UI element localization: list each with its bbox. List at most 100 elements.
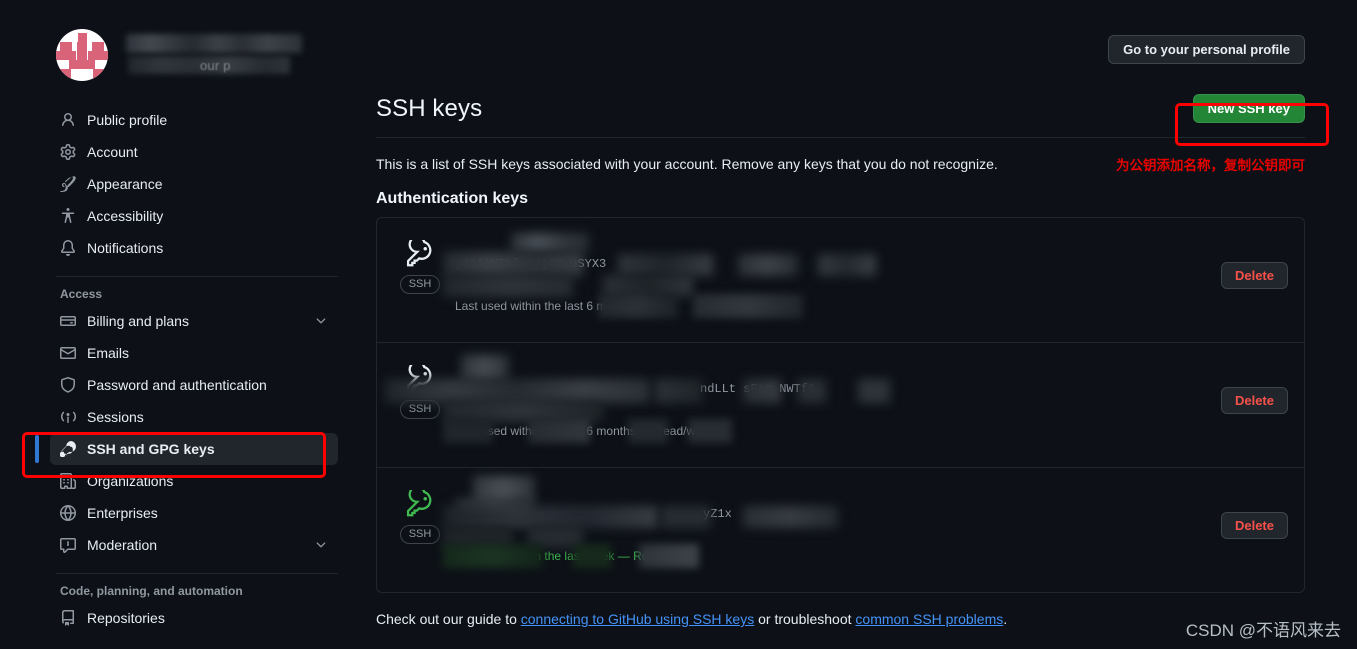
chevron-down-icon[interactable] <box>314 538 328 552</box>
chevron-down-icon[interactable] <box>314 314 328 328</box>
sidebar-item-label: Moderation <box>87 537 158 553</box>
sidebar-item-ssh-and-gpg-keys[interactable]: SSH and GPG keys <box>35 433 338 465</box>
key-added-date-redacted <box>455 403 1288 421</box>
settings-sidebar: our p Public profile Account Appearance … <box>0 0 376 649</box>
key-icon <box>406 240 434 268</box>
sidebar-item-label: Repositories <box>87 610 165 626</box>
key-added-date-redacted <box>455 528 1288 546</box>
key-icon <box>60 441 76 457</box>
sidebar-item-appearance[interactable]: Appearance <box>50 168 338 200</box>
credit-card-icon <box>60 313 76 329</box>
go-to-personal-profile-button[interactable]: Go to your personal profile <box>1108 34 1305 64</box>
sidebar-nav-access: Billing and plans Emails Password and au… <box>35 305 338 561</box>
key-icon-column: SSH <box>397 234 443 294</box>
settings-page: our p Public profile Account Appearance … <box>0 0 1357 649</box>
paintbrush-icon <box>60 176 76 192</box>
globe-icon <box>60 505 76 521</box>
sidebar-section-code-planning: Code, planning, and automation <box>60 584 243 598</box>
report-icon <box>60 537 76 553</box>
table-row: SSH yZ1x Last used within the last week … <box>377 467 1304 592</box>
table-row: SSH y232)MTbl <jjCE uSYX3 Last used with… <box>377 218 1304 342</box>
sidebar-item-emails[interactable]: Emails <box>50 337 338 369</box>
sidebar-item-label: Notifications <box>87 240 164 256</box>
sidebar-item-label: Emails <box>87 345 130 361</box>
sidebar-nav-primary: Public profile Account Appearance Access… <box>56 104 338 264</box>
key-fingerprint: yZ1x <box>703 507 732 521</box>
ssh-badge: SSH <box>399 275 441 294</box>
key-details: yZ1x Last used within the last week — Re… <box>443 476 1288 576</box>
ssh-guide-footnote: Check out our guide to connecting to Git… <box>376 611 1305 627</box>
table-row: SSH ndLLt sF+r NWTf1 Last used within th… <box>377 342 1304 467</box>
sidebar-item-notifications[interactable]: Notifications <box>50 232 338 264</box>
key-added-date-redacted <box>455 278 1288 296</box>
page-title: SSH keys <box>376 94 483 122</box>
sidebar-item-label: Appearance <box>87 176 163 192</box>
sidebar-item-public-profile[interactable]: Public profile <box>50 104 338 136</box>
sidebar-item-label: Billing and plans <box>87 313 189 329</box>
bell-icon <box>60 240 76 256</box>
delete-button[interactable]: Delete <box>1220 512 1288 539</box>
common-ssh-problems-link[interactable]: common SSH problems <box>855 611 1003 627</box>
key-last-used: Last used within the last 6 months — Rea… <box>455 424 712 438</box>
sidebar-item-account[interactable]: Account <box>50 136 338 168</box>
sidebar-item-label: Sessions <box>87 409 144 425</box>
annotation-text-chinese: 为公钥添加名称，复制公钥即可 <box>1116 158 1305 173</box>
description-row: This is a list of SSH keys associated wi… <box>376 154 1305 174</box>
key-title-redacted <box>455 484 1288 504</box>
sidebar-item-label: Organizations <box>87 473 174 489</box>
key-title-redacted <box>455 234 1288 254</box>
shield-icon <box>60 377 76 393</box>
delete-button[interactable]: Delete <box>1220 262 1288 289</box>
new-ssh-key-button[interactable]: New SSH key <box>1192 94 1305 123</box>
sidebar-item-moderation[interactable]: Moderation <box>50 529 338 561</box>
key-fingerprint: y232)MTbl <jjCE uSYX3 <box>455 257 607 271</box>
ssh-key-list: SSH y232)MTbl <jjCE uSYX3 Last used with… <box>376 217 1305 593</box>
sidebar-divider-1 <box>56 276 338 277</box>
sidebar-item-sessions[interactable]: Sessions <box>50 401 338 433</box>
page-title-row: SSH keys New SSH key <box>376 76 1305 123</box>
ssh-badge: SSH <box>399 525 441 544</box>
key-icon <box>406 490 434 518</box>
sidebar-item-label: Enterprises <box>87 505 158 521</box>
footnote-prefix: Check out our guide to <box>376 611 521 627</box>
top-actions: Go to your personal profile <box>376 22 1305 76</box>
sidebar-item-accessibility[interactable]: Accessibility <box>50 200 338 232</box>
sidebar-item-label: SSH and GPG keys <box>87 441 215 457</box>
sidebar-item-repositories[interactable]: Repositories <box>50 602 338 634</box>
ssh-badge: SSH <box>399 400 441 419</box>
sidebar-section-access: Access <box>60 287 103 301</box>
watermark: CSDN @不语风来去 <box>1185 621 1341 640</box>
key-fingerprint: ndLLt sF+r NWTf1 <box>700 382 816 396</box>
sidebar-item-label: Public profile <box>87 112 168 128</box>
organization-icon <box>60 473 76 489</box>
sidebar-divider-2 <box>56 573 338 574</box>
broadcast-icon <box>60 409 76 425</box>
person-icon <box>60 112 76 128</box>
footnote-suffix: . <box>1003 611 1008 627</box>
gear-icon <box>60 144 76 160</box>
repo-icon <box>60 610 76 626</box>
key-title-redacted <box>455 359 1288 379</box>
sidebar-item-password-and-authentication[interactable]: Password and authentication <box>50 369 338 401</box>
profile-name-block: our p <box>126 29 338 81</box>
delete-button[interactable]: Delete <box>1220 387 1288 414</box>
key-last-used: Last used within the last 6 months <box>455 299 636 313</box>
sidebar-item-label: Password and authentication <box>87 377 267 393</box>
sidebar-item-billing-and-plans[interactable]: Billing and plans <box>50 305 338 337</box>
profile-subtitle-partial: our p <box>200 58 231 73</box>
profile-header[interactable]: our p <box>56 22 338 88</box>
sidebar-item-organizations[interactable]: Organizations <box>50 465 338 497</box>
key-last-used: Last used within the last week — Read/wr… <box>455 549 691 563</box>
main-content: Go to your personal profile SSH keys New… <box>376 0 1357 649</box>
page-description: This is a list of SSH keys associated wi… <box>376 156 998 172</box>
mail-icon <box>60 345 76 361</box>
key-icon <box>406 365 434 393</box>
title-divider <box>376 137 1305 138</box>
key-details: y232)MTbl <jjCE uSYX3 Last used within t… <box>443 233 1288 326</box>
sidebar-item-enterprises[interactable]: Enterprises <box>50 497 338 529</box>
sidebar-nav-code: Repositories <box>56 602 338 634</box>
avatar[interactable] <box>56 29 108 81</box>
key-icon-column: SSH <box>397 359 443 419</box>
connecting-to-github-link[interactable]: connecting to GitHub using SSH keys <box>521 611 754 627</box>
authentication-keys-heading: Authentication keys <box>376 190 529 207</box>
